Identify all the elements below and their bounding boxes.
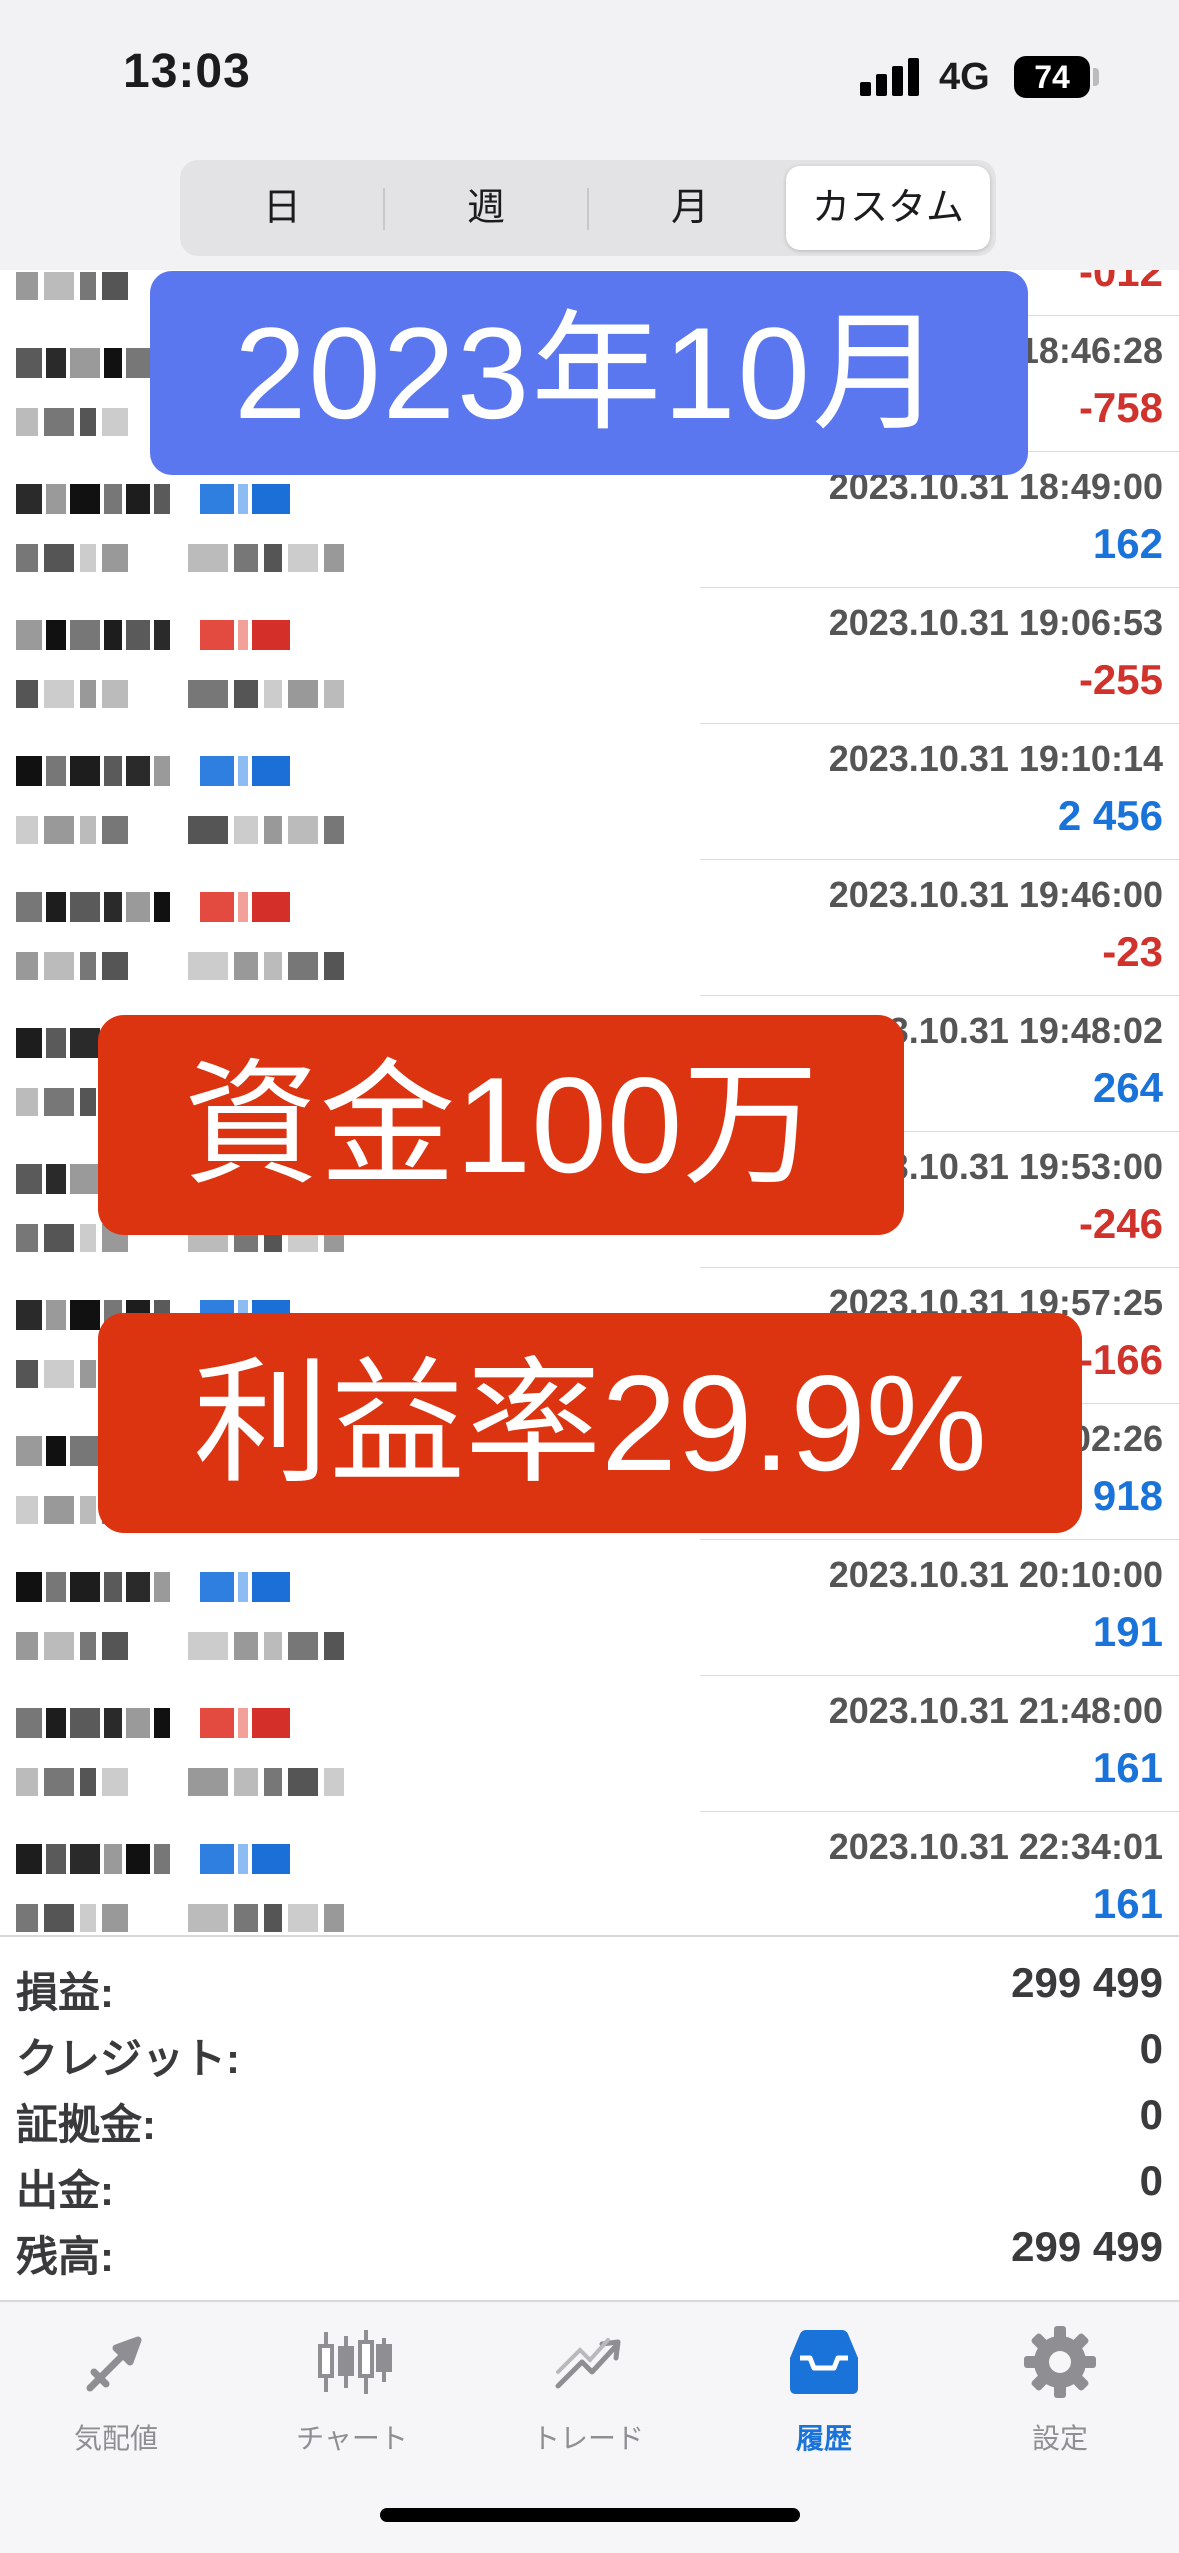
obscured-side <box>200 756 294 786</box>
chart-icon <box>318 2330 392 2394</box>
summary-label: クレジット: <box>16 2035 240 2082</box>
obscured-side <box>200 1844 294 1874</box>
summary-label: 出金: <box>16 2167 114 2214</box>
tab-label: 気配値 <box>73 2423 158 2454</box>
obscured-side <box>200 892 294 922</box>
summary-label: 残高: <box>16 2233 114 2280</box>
tab-label: 設定 <box>1031 2423 1088 2454</box>
battery-icon: 74 <box>1014 56 1090 98</box>
summary-value: 0 <box>1139 2091 1163 2138</box>
summary-label: 証拠金: <box>16 2101 156 2148</box>
tab-quotes[interactable]: 気配値 <box>6 2322 226 2457</box>
obscured-details <box>16 1904 350 1932</box>
battery-tip <box>1093 68 1099 86</box>
tab-trade[interactable]: トレード <box>478 2322 698 2457</box>
trade-time: 2023.10.31 19:46:00 <box>828 874 1163 915</box>
tab-label: トレード <box>531 2423 644 2454</box>
summary-label: 損益: <box>16 1969 114 2016</box>
trade-time: 2023.10.31 20:10:00 <box>828 1554 1163 1595</box>
summary-profit-row: 損益: 299 499 <box>16 1959 1163 2023</box>
history-header: 日 週 月 カスタム <box>0 150 1179 270</box>
obscured-details <box>16 952 350 980</box>
signal-icon <box>860 56 924 96</box>
trade-profit: -23 <box>1102 928 1163 975</box>
segment-month[interactable]: 月 <box>588 166 792 250</box>
obscured-details <box>16 816 350 844</box>
tab-settings[interactable]: 設定 <box>950 2322 1170 2457</box>
trade-time: 2023.10.31 19:10:14 <box>828 738 1163 779</box>
trade-profit: -012 <box>1078 270 1163 295</box>
segment-week[interactable]: 週 <box>384 166 588 250</box>
segment-custom[interactable]: カスタム <box>786 166 990 250</box>
obscured-side <box>200 620 294 650</box>
tab-label: チャート <box>296 2423 408 2454</box>
trade-profit: 161 <box>1092 1880 1163 1927</box>
profit-rate-overlay-label: 利益率29.9% <box>98 1313 1082 1533</box>
month-overlay-label: 2023年10月 <box>150 271 1028 475</box>
summary-value: 0 <box>1139 2025 1163 2072</box>
tab-history[interactable]: 履歴 <box>714 2322 934 2457</box>
summary-balance-row: 残高: 299 499 <box>16 2223 1163 2287</box>
tab-chart[interactable]: チャート <box>242 2322 462 2457</box>
trade-row[interactable]: 2023.10.31 19:46:00 -23 <box>0 860 1179 996</box>
obscured-details <box>16 680 350 708</box>
trade-profit: 2 456 <box>1057 792 1163 839</box>
summary-margin-row: 証拠金: 0 <box>16 2091 1163 2155</box>
status-bar: 13:03 4G 74 <box>0 0 1179 150</box>
gear-icon <box>1024 2326 1096 2398</box>
summary-value: 299 499 <box>1011 2223 1163 2270</box>
trade-profit: 191 <box>1092 1608 1163 1655</box>
summary-credit-row: クレジット: 0 <box>16 2025 1163 2089</box>
summary-value: 299 499 <box>1011 1959 1163 2006</box>
trade-time: 2023.10.31 22:34:01 <box>828 1826 1163 1867</box>
capital-overlay-label: 資金100万 <box>98 1015 904 1235</box>
summary-value: 0 <box>1139 2157 1163 2204</box>
trade-row[interactable]: 2023.10.31 19:06:53 -255 <box>0 588 1179 724</box>
segment-day[interactable]: 日 <box>180 166 384 250</box>
obscured-details <box>16 1632 350 1660</box>
trade-profit: -255 <box>1078 656 1163 703</box>
period-segmented-control: 日 週 月 カスタム <box>180 160 996 256</box>
obscured-side <box>200 1572 294 1602</box>
trade-icon <box>555 2338 621 2389</box>
trade-profit: 918 <box>1092 1472 1163 1519</box>
history-icon <box>790 2330 858 2394</box>
trade-time: 02:26 <box>1070 1418 1163 1459</box>
obscured-details <box>16 544 350 572</box>
trade-row[interactable]: 2023.10.31 19:10:14 2 456 <box>0 724 1179 860</box>
obscured-details <box>16 1768 350 1796</box>
home-indicator <box>380 2508 800 2522</box>
trade-row[interactable]: 2023.10.31 22:34:01 161 <box>0 1812 1179 1935</box>
obscured-side <box>200 1708 294 1738</box>
trade-profit: 162 <box>1092 520 1163 567</box>
quotes-icon <box>86 2336 142 2392</box>
trade-time: 18:46:28 <box>1018 330 1163 371</box>
trade-time: 2023.10.31 19:06:53 <box>828 602 1163 643</box>
trade-row[interactable]: 2023.10.31 21:48:00 161 <box>0 1676 1179 1812</box>
trade-profit: -758 <box>1078 384 1163 431</box>
obscured-side <box>200 484 294 514</box>
trade-profit: -246 <box>1078 1200 1163 1247</box>
trade-profit: 161 <box>1092 1744 1163 1791</box>
history-summary: 損益: 299 499 クレジット: 0 証拠金: 0 出金: 0 残高: 29… <box>0 1935 1179 2302</box>
network-type: 4G <box>939 56 990 98</box>
summary-withdrawal-row: 出金: 0 <box>16 2157 1163 2221</box>
trade-time: 2023.10.31 21:48:00 <box>828 1690 1163 1731</box>
tab-label: 履歴 <box>795 2423 852 2454</box>
status-time: 13:03 <box>123 45 251 98</box>
trade-profit: -166 <box>1078 1336 1163 1383</box>
trade-profit: 264 <box>1092 1064 1163 1111</box>
trade-row[interactable]: 2023.10.31 20:10:00 191 <box>0 1540 1179 1676</box>
